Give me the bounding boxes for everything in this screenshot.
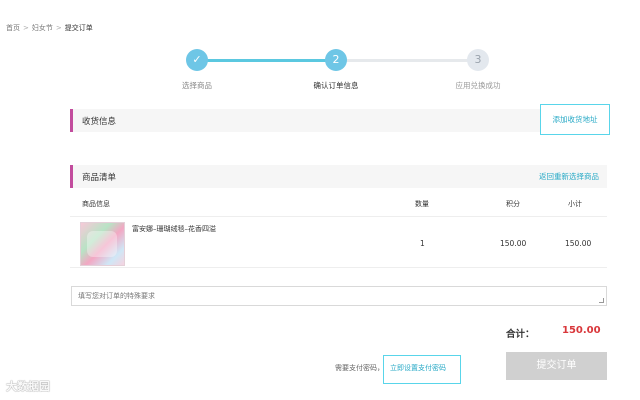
step-2-circle: 2: [325, 49, 347, 71]
resize-grip-icon[interactable]: [599, 298, 604, 303]
shipping-info-title: 收货信息: [82, 117, 117, 127]
add-address-button[interactable]: 添加收货地址: [540, 104, 610, 135]
column-header-points: 积分: [506, 200, 520, 208]
breadcrumb-separator: >: [23, 24, 29, 32]
table-row: 富安娜–珊瑚绒毯–花香四溢 1 150.00 150.00: [70, 216, 607, 268]
breadcrumb-current: 提交订单: [64, 24, 93, 32]
product-thumbnail[interactable]: [80, 222, 125, 266]
shipping-info-header: 收货信息: [70, 109, 607, 132]
product-name[interactable]: 富安娜–珊瑚绒毯–花香四溢: [132, 224, 216, 234]
step-2-label: 确认订单信息: [313, 81, 359, 90]
payment-password-hint: 需要支付密码，: [335, 364, 384, 372]
total-value: 150.00: [562, 325, 601, 336]
product-subtotal: 150.00: [565, 239, 592, 248]
product-points: 150.00: [500, 239, 527, 248]
goods-list-title: 商品清单: [82, 173, 117, 183]
column-header-qty: 数量: [415, 200, 429, 208]
breadcrumb-separator: >: [55, 24, 62, 32]
step-3-label: 应用兑换成功: [455, 81, 501, 90]
step-3-circle: 3: [467, 49, 489, 71]
step-connector-pending: [338, 59, 476, 62]
product-qty: 1: [420, 239, 425, 248]
step-connector-done: [200, 59, 338, 62]
order-remark-textarea[interactable]: 填写您对订单的特殊要求: [71, 286, 607, 306]
check-icon: ✓: [186, 49, 208, 71]
breadcrumb-home[interactable]: 首页: [6, 24, 20, 32]
order-steps: ✓ 2 3 选择商品 确认订单信息 应用兑换成功: [150, 44, 530, 94]
breadcrumb: 首页 > 妇女节 > 提交订单: [6, 23, 93, 33]
breadcrumb-category[interactable]: 妇女节: [32, 24, 53, 32]
watermark: 大数据园: [6, 380, 50, 393]
column-header-info: 商品信息: [82, 200, 110, 208]
set-payment-password-link[interactable]: 立即设置支付密码: [390, 363, 446, 373]
goods-list-header: 商品清单 返回重新选择商品: [70, 165, 607, 188]
reselect-goods-link[interactable]: 返回重新选择商品: [539, 171, 599, 182]
step-1-label: 选择商品: [182, 81, 212, 90]
total-label: 合计：: [506, 329, 535, 340]
goods-table-header: 商品信息 数量 积分 小计: [70, 196, 607, 216]
submit-order-button[interactable]: 提交订单: [506, 352, 607, 380]
remark-placeholder: 填写您对订单的特殊要求: [78, 292, 155, 300]
column-header-subtotal: 小计: [568, 200, 582, 208]
